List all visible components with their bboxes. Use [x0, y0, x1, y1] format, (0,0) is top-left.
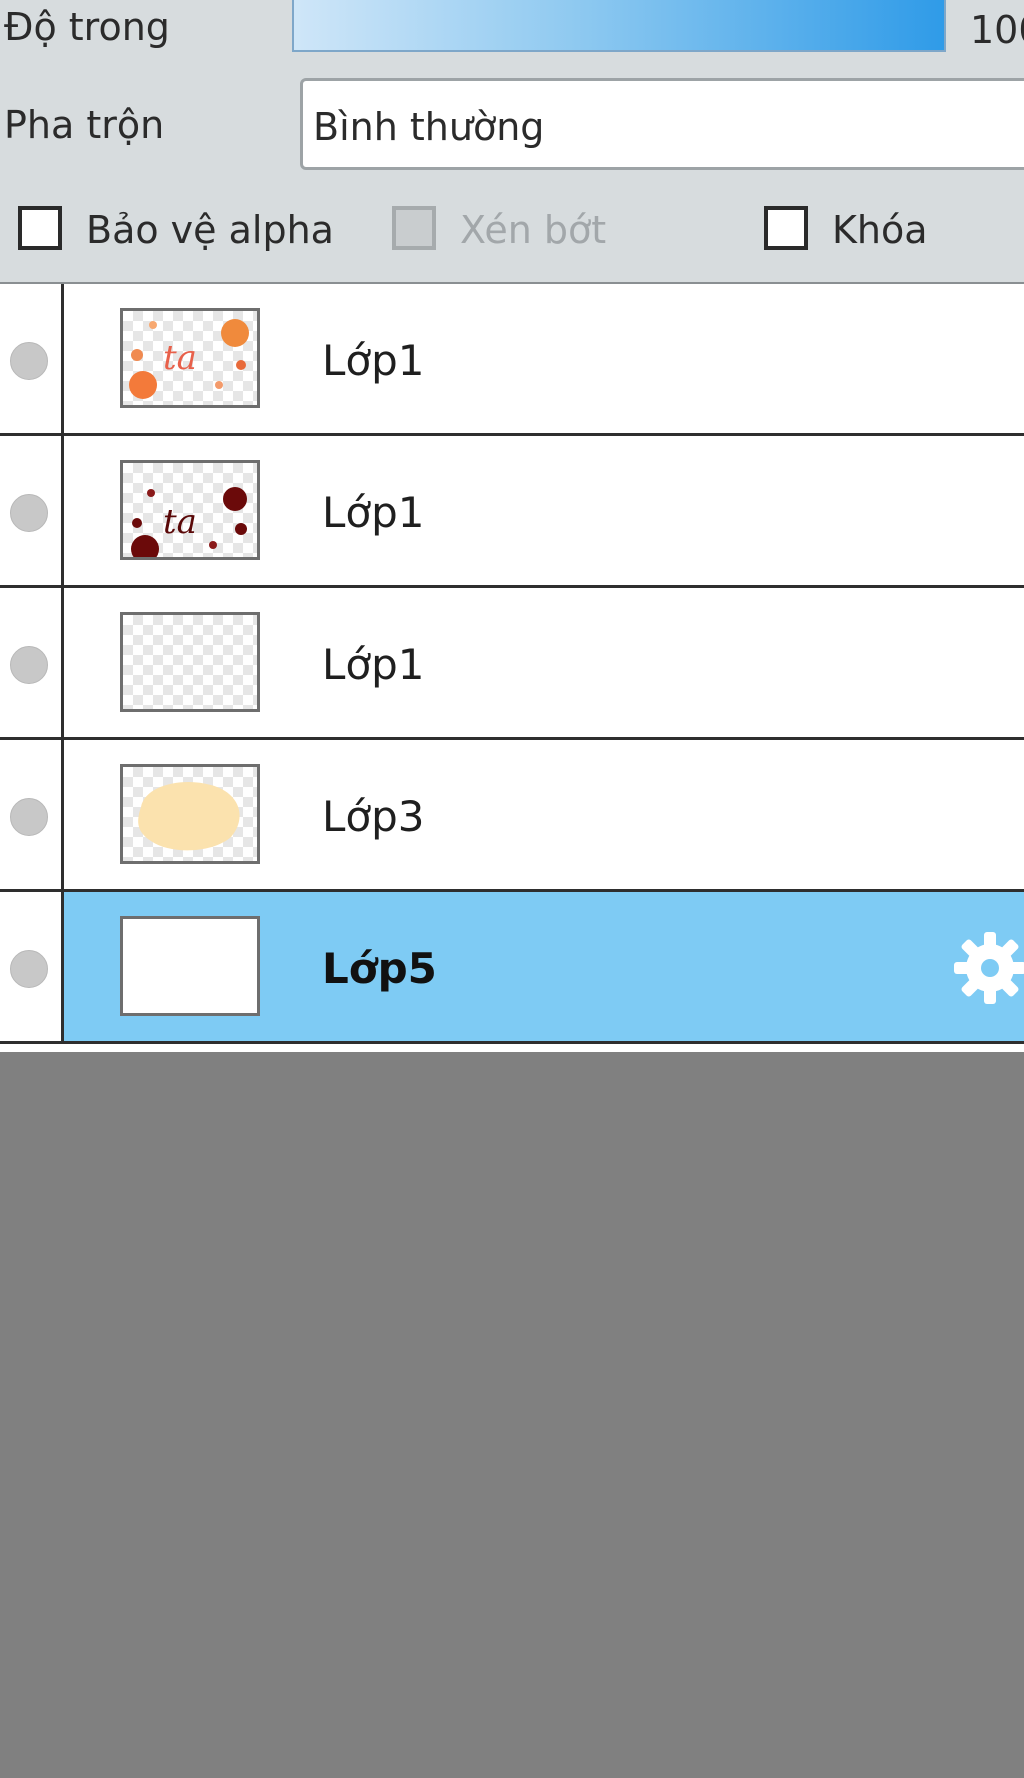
layer-list: ta Lớp1 ta Lớp1 Lớp1 Lớp3 Lớp5: [0, 284, 1024, 1052]
layer-thumbnail: [120, 916, 260, 1016]
blend-mode-label: Pha trộn: [4, 103, 165, 147]
clip-checkbox[interactable]: [392, 206, 436, 250]
circle-dot-icon[interactable]: [10, 494, 48, 532]
layer-row[interactable]: Lớp1: [0, 588, 1024, 740]
layer-thumbnail: ta: [120, 460, 260, 560]
circle-dot-icon[interactable]: [10, 646, 48, 684]
opacity-label: Độ trong: [4, 5, 170, 49]
gear-icon[interactable]: [950, 928, 1024, 1008]
layer-name: Lớp1: [322, 488, 425, 537]
opacity-slider[interactable]: [292, 0, 946, 52]
layer-name: Lớp3: [322, 792, 425, 841]
protect-alpha-checkbox[interactable]: [18, 206, 62, 250]
visibility-column: [0, 588, 64, 737]
visibility-column: [0, 740, 64, 889]
blend-mode-value: Bình thường: [313, 105, 545, 149]
circle-dot-icon[interactable]: [10, 950, 48, 988]
visibility-column: [0, 892, 64, 1041]
lock-label: Khóa: [832, 208, 928, 252]
opacity-value: 100: [970, 8, 1024, 52]
lock-checkbox[interactable]: [764, 206, 808, 250]
visibility-column: [0, 436, 64, 585]
layer-thumbnail: [120, 764, 260, 864]
protect-alpha-label: Bảo vệ alpha: [86, 208, 334, 252]
layer-row[interactable]: Lớp3: [0, 740, 1024, 892]
visibility-column: [0, 284, 64, 433]
circle-dot-icon[interactable]: [10, 342, 48, 380]
layer-name: Lớp1: [322, 336, 425, 385]
layer-thumbnail: [120, 612, 260, 712]
layer-row[interactable]: ta Lớp1: [0, 436, 1024, 588]
layer-row[interactable]: ta Lớp1: [0, 284, 1024, 436]
layer-properties-panel: Độ trong 100 Pha trộn Bình thường Bảo vệ…: [0, 0, 1024, 284]
svg-text:ta: ta: [163, 338, 197, 378]
circle-dot-icon[interactable]: [10, 798, 48, 836]
blend-mode-select[interactable]: Bình thường: [300, 78, 1024, 170]
clip-label: Xén bớt: [460, 208, 607, 252]
layer-name: Lớp1: [322, 640, 425, 689]
layer-thumbnail: ta: [120, 308, 260, 408]
layer-row-selected[interactable]: Lớp5: [0, 892, 1024, 1044]
layer-name: Lớp5: [322, 944, 437, 993]
svg-text:ta: ta: [163, 502, 197, 542]
empty-layer-area: [0, 1052, 1024, 1778]
